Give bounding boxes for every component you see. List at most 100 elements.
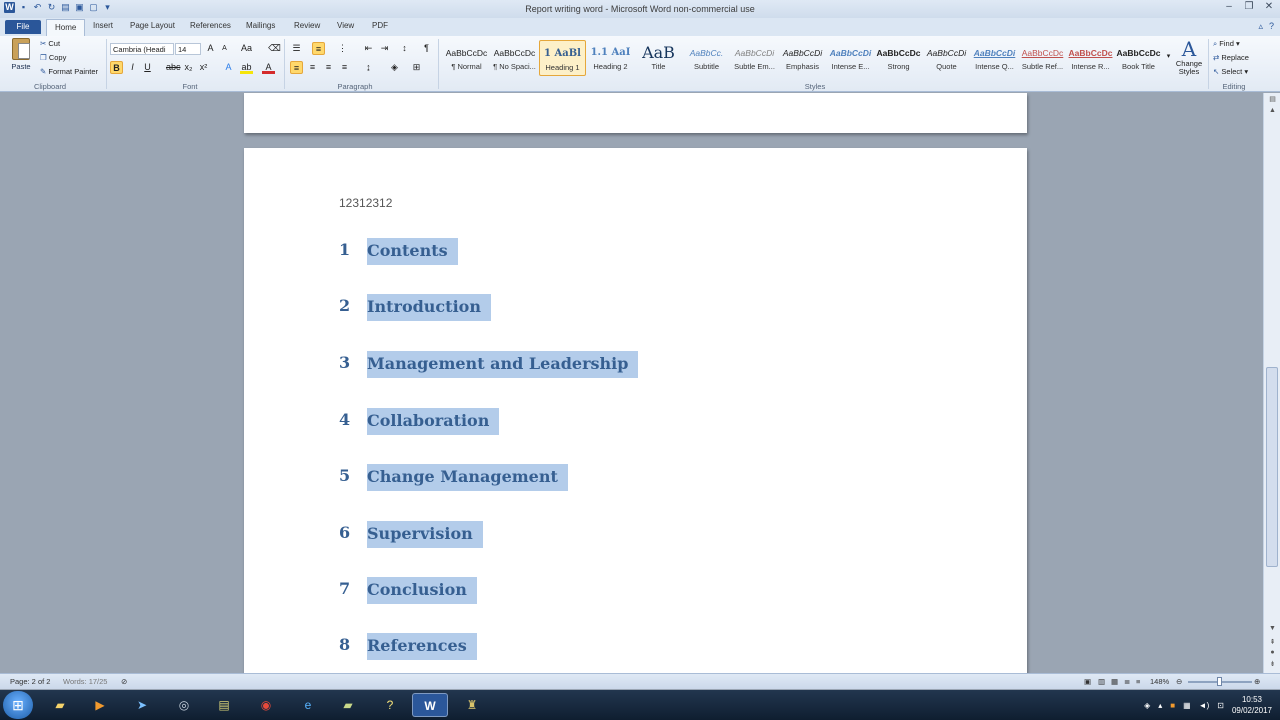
show-marks-icon[interactable]: ¶ [420, 42, 433, 55]
style-intense-reference[interactable]: AaBbCcDc Intense R... [1067, 40, 1114, 76]
change-case-icon[interactable]: Aa [240, 42, 253, 55]
style-book-title[interactable]: AaBbCcDc Book Title [1115, 40, 1162, 76]
font-size-box[interactable]: 14 [175, 43, 201, 55]
proofing-icon[interactable]: ⊘ [121, 677, 127, 686]
select-button[interactable]: ↖ Select ▾ [1213, 67, 1248, 76]
page-text[interactable]: 12312312 [339, 196, 392, 210]
highlight-icon[interactable]: ab [240, 61, 253, 74]
style-intense-quote[interactable]: AaBbCcDi Intense Q... [971, 40, 1018, 76]
toc-heading-text[interactable]: Contents [367, 238, 458, 265]
tab-mailings[interactable]: Mailings [246, 21, 275, 30]
toc-heading-text[interactable]: Management and Leadership [367, 351, 639, 378]
minimize-icon[interactable]: – [1222, 0, 1236, 14]
app-icon[interactable]: ♜ [454, 693, 490, 717]
strikethrough-button[interactable]: abc [166, 61, 181, 74]
toc-heading-text[interactable]: References [367, 633, 477, 660]
style-subtitle[interactable]: AaBbCc. Subtitle [683, 40, 730, 76]
scroll-up-icon[interactable]: ▲ [1267, 107, 1278, 118]
word-taskbar-icon[interactable]: W [412, 693, 448, 717]
vpn-icon[interactable]: ◎ [166, 693, 202, 717]
subscript-button[interactable]: x₂ [182, 61, 195, 74]
sort-icon[interactable]: ↕ [398, 42, 411, 55]
bold-button[interactable]: B [110, 61, 123, 74]
style-subtle-reference[interactable]: AaBbCcDc Subtle Ref... [1019, 40, 1066, 76]
toc-heading-text[interactable]: Supervision [367, 521, 483, 548]
replace-button[interactable]: ⇄ Replace [1213, 53, 1249, 62]
clear-formatting-icon[interactable]: ⌫ [268, 42, 281, 55]
paste-button[interactable]: Paste [8, 38, 34, 71]
style-emphasis[interactable]: AaBbCcDi Emphasis [779, 40, 826, 76]
toc-heading-text[interactable]: Change Management [367, 464, 568, 491]
help-icon[interactable]: ? [1269, 21, 1274, 32]
decrease-indent-icon[interactable]: ⇤ [362, 42, 375, 55]
bullets-icon[interactable]: ☰ [290, 42, 303, 55]
text-effects-icon[interactable]: A [222, 61, 235, 74]
shading-icon[interactable]: ◈ [388, 61, 401, 74]
zoom-out-icon[interactable]: ⊖ [1176, 677, 1182, 686]
align-right-icon[interactable]: ≡ [322, 61, 335, 74]
select-browse-object-icon[interactable]: ● [1267, 649, 1278, 660]
font-color-icon[interactable]: A [262, 61, 275, 74]
close-icon[interactable]: ✕ [1262, 0, 1276, 14]
font-name-box[interactable]: Cambria (Headi [110, 43, 174, 55]
increase-indent-icon[interactable]: ⇥ [378, 42, 391, 55]
style-heading-2[interactable]: 1.1 AaI Heading 2 [587, 40, 634, 76]
zoom-slider-thumb[interactable] [1217, 677, 1222, 686]
start-button[interactable]: ⊞ [3, 691, 33, 719]
scroll-down-icon[interactable]: ▼ [1267, 625, 1278, 636]
minimize-ribbon-icon[interactable]: ▵ [1258, 21, 1263, 32]
tray-app-icon[interactable]: ■ [1170, 701, 1175, 710]
outline-icon[interactable]: ≣ [1124, 677, 1130, 686]
align-center-icon[interactable]: ≡ [306, 61, 319, 74]
style-heading-1[interactable]: 1 AaBl Heading 1 [539, 40, 586, 76]
underline-button[interactable]: U [141, 61, 154, 74]
draft-icon[interactable]: ≡ [1136, 677, 1140, 686]
tab-pdf[interactable]: PDF [372, 21, 388, 30]
folder-icon[interactable]: ▰ [330, 693, 366, 717]
italic-button[interactable]: I [126, 61, 139, 74]
change-styles-button[interactable]: A Change Styles [1172, 38, 1206, 76]
full-screen-reading-icon[interactable]: ▥ [1098, 677, 1105, 686]
format-painter-button[interactable]: ✎ Format Painter [40, 67, 98, 76]
tab-home[interactable]: Home [46, 19, 86, 36]
copy-button[interactable]: ❐ Copy [40, 53, 66, 62]
style-normal[interactable]: AaBbCcDc ¶ Normal [443, 40, 490, 76]
find-button[interactable]: ⌕ Find ▾ [1213, 39, 1240, 49]
app-icon[interactable]: ➤ [124, 693, 160, 717]
scrollbar-thumb[interactable] [1266, 367, 1278, 567]
show-hidden-icons-icon[interactable]: ▴ [1158, 701, 1162, 710]
file-explorer-icon[interactable]: ▰ [42, 693, 78, 717]
style-no-spacing[interactable]: AaBbCcDc ¶ No Spaci... [491, 40, 538, 76]
previous-page-icon[interactable]: ⇞ [1267, 638, 1278, 649]
word-counter[interactable]: Words: 17/25 [63, 677, 107, 686]
shrink-font-icon[interactable]: A [218, 42, 231, 55]
numbering-icon[interactable]: ≡ [312, 42, 325, 55]
print-layout-icon[interactable]: ▣ [1084, 677, 1091, 686]
tab-references[interactable]: References [190, 21, 231, 30]
next-page-icon[interactable]: ⇟ [1267, 660, 1278, 671]
multilevel-list-icon[interactable]: ⋮ [336, 42, 349, 55]
superscript-button[interactable]: x² [197, 61, 210, 74]
volume-icon[interactable]: ◄) [1199, 701, 1210, 710]
maximize-icon[interactable]: ❐ [1242, 0, 1256, 14]
tray-app-icon[interactable]: ▦ [1183, 701, 1191, 710]
vertical-scrollbar[interactable]: ▤ ▲ ▼ ⇞ ● ⇟ [1263, 93, 1280, 673]
help-icon[interactable]: ? [372, 693, 408, 717]
grow-font-icon[interactable]: A [204, 42, 217, 55]
toc-heading-text[interactable]: Collaboration [367, 408, 500, 435]
align-left-icon[interactable]: ≡ [290, 61, 303, 74]
tab-view[interactable]: View [337, 21, 354, 30]
borders-icon[interactable]: ⊞ [410, 61, 423, 74]
style-strong[interactable]: AaBbCcDc Strong [875, 40, 922, 76]
internet-explorer-icon[interactable]: e [290, 693, 326, 717]
tray-app-icon[interactable]: ⊡ [1217, 701, 1224, 710]
line-spacing-icon[interactable]: ↨ [362, 61, 375, 74]
ruler-toggle-icon[interactable]: ▤ [1267, 95, 1278, 106]
style-title[interactable]: AaB Title [635, 40, 682, 76]
tab-file[interactable]: File [5, 20, 41, 34]
tab-insert[interactable]: Insert [93, 21, 113, 30]
page-1-bottom[interactable] [244, 93, 1027, 133]
justify-icon[interactable]: ≡ [338, 61, 351, 74]
zoom-in-icon[interactable]: ⊕ [1254, 677, 1260, 686]
toc-heading-text[interactable]: Conclusion [367, 577, 477, 604]
